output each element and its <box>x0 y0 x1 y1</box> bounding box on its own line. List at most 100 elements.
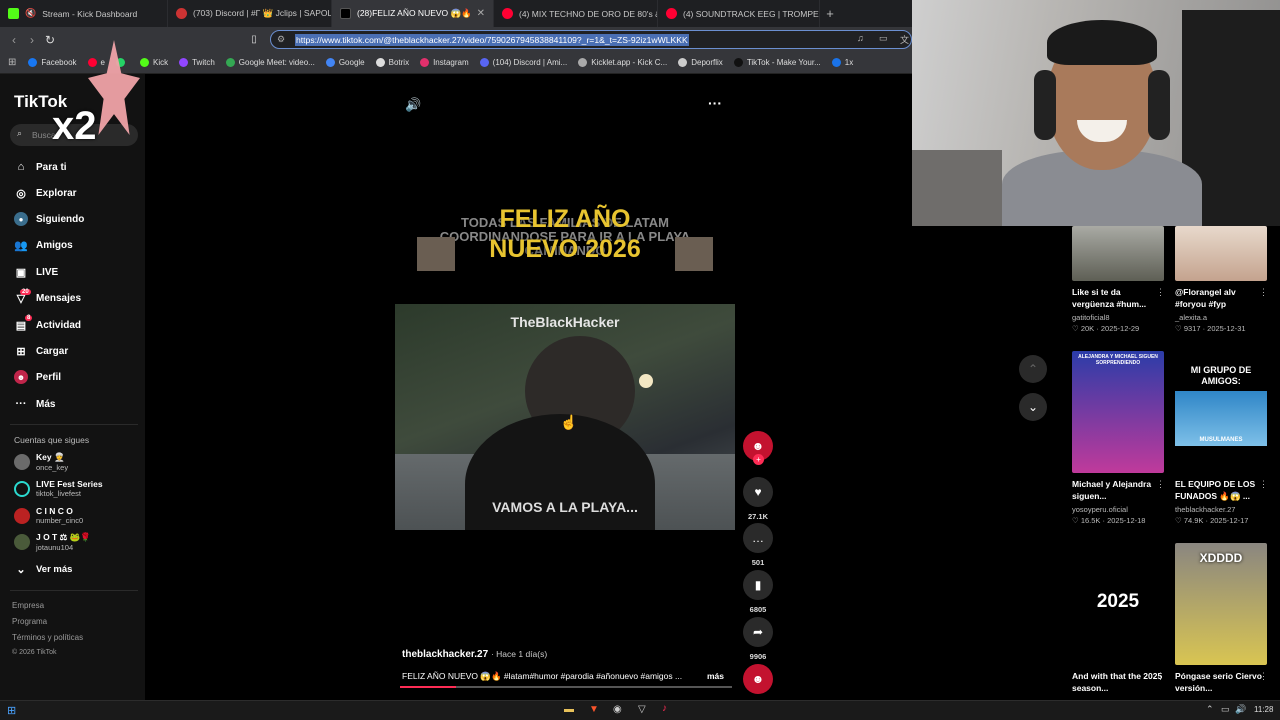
site-info-icon[interactable]: ⚙ <box>277 34 285 45</box>
bookmark-item[interactable]: Kicklet.app - Kick C... <box>578 58 667 67</box>
sidebar-item-mas[interactable]: ··· Más <box>14 397 56 411</box>
followed-account[interactable]: C I N C Onumber_cinc0 <box>14 506 83 525</box>
video-watermark: TheBlackHacker <box>510 314 620 330</box>
recommended-video-card[interactable]: ALEJANDRA Y MICHAEL SIGUEN SORPRENDIENDO… <box>1072 351 1164 525</box>
sidebar-item-explorar[interactable]: ◎ Explorar <box>14 186 76 200</box>
speaker-icon[interactable]: 🔊 <box>1235 704 1246 715</box>
video-author[interactable]: theblackhacker.27 · Hace 1 día(s) <box>402 649 547 660</box>
video-thumbnail <box>1072 226 1164 281</box>
divider <box>10 424 138 425</box>
see-more-label: Ver más <box>36 563 73 575</box>
chevron-up-icon: ⌃ <box>1027 362 1039 376</box>
messages-badge: 20 <box>20 289 31 295</box>
headset-icon <box>1148 70 1170 140</box>
youtube-icon <box>502 8 513 19</box>
file-explorer-icon[interactable]: ▬ <box>564 704 574 715</box>
bookmark-item[interactable]: 1x <box>831 58 853 67</box>
tab-discord[interactable]: (703) Discord | #Γ 👑 Jclips | SAPOLIC <box>168 0 332 27</box>
tab-kick-dashboard[interactable]: 🔇 Stream - Kick Dashboard <box>0 0 168 27</box>
tab-youtube-mix[interactable]: (4) MIX TECHNO DE ORO DE 80's & <box>494 0 658 27</box>
footer-link-empresa[interactable]: Empresa <box>12 601 44 610</box>
cast-icon[interactable]: ▭ <box>879 33 888 44</box>
sidebar-item-siguiendo[interactable]: ● Siguiendo <box>14 212 84 226</box>
video-thumbnail <box>1175 226 1267 281</box>
forward-icon[interactable]: › <box>23 33 41 47</box>
card-options-icon[interactable]: ⋮ <box>1156 479 1165 490</box>
recommended-video-card[interactable]: MI GRUPO DE AMIGOS: MUSULMANES EL EQUIPO… <box>1175 351 1267 525</box>
bookmark-item[interactable]: TikTok - Make Your... <box>733 58 821 67</box>
footer-link-terminos[interactable]: Términos y políticas <box>12 633 83 642</box>
followed-account[interactable]: J O T ⚖ 🐸🌹 jotaunu104 <box>14 532 91 552</box>
bookmark-item[interactable]: (104) Discord | Ami... <box>479 58 567 67</box>
recommended-video-card[interactable]: 2025 And with that the 2025 season... <box>1072 543 1164 694</box>
video-title: Like si te da vergüenza #hum... <box>1072 287 1147 309</box>
next-video-button[interactable]: ⌄ <box>1019 393 1047 421</box>
card-options-icon[interactable]: ⋮ <box>1156 671 1165 682</box>
recommended-video-card[interactable]: @Florangel alv #foryou #fyp _alexita.a ♡… <box>1175 226 1267 333</box>
bookmark-item[interactable]: Botrix <box>375 58 409 67</box>
sidebar-item-amigos[interactable]: 👥 Amigos <box>14 238 73 252</box>
address-bar[interactable]: https://www.tiktok.com/@theblackhacker.2… <box>270 30 912 49</box>
see-more-link[interactable]: ⌄ Ver más <box>14 562 72 576</box>
save-button[interactable]: ▮ 6805 <box>742 570 774 614</box>
share-button[interactable]: ➦ 9906 <box>742 617 774 661</box>
back-icon[interactable]: ‹ <box>5 33 23 47</box>
video-title: Póngase serio Ciervo versión... <box>1175 671 1262 693</box>
bookmark-item[interactable]: Deporflix <box>678 58 723 67</box>
sidebar-item-cargar[interactable]: ⊞ Cargar <box>14 344 68 358</box>
card-options-icon[interactable]: ⋮ <box>1156 287 1165 298</box>
like-button[interactable]: ♥ 27.1K <box>742 477 774 521</box>
windows-start-icon[interactable]: ⊞ <box>7 704 16 717</box>
video-meta: ♡ 20K · 2025-12-29 <box>1072 324 1140 333</box>
bookmark-item[interactable]: Google <box>325 58 365 67</box>
webcam-chair <box>912 150 1002 226</box>
bookmark-item[interactable]: e <box>87 58 105 67</box>
sidebar-item-para-ti[interactable]: ⌂ Para ti <box>14 160 67 174</box>
progress-track[interactable] <box>400 686 732 688</box>
like-count: 27.1K <box>747 512 768 521</box>
followed-account[interactable]: Key 👳 once_key <box>14 452 68 472</box>
comment-count: 501 <box>751 558 765 567</box>
tab-tiktok-active[interactable]: (28)FELIZ AÑO NUEVO 😱🔥 #la ✕ <box>332 0 494 27</box>
new-tab-button[interactable]: + <box>820 6 840 21</box>
apps-grid-icon[interactable]: ⊞ <box>8 57 16 68</box>
tray-chevron-icon[interactable]: ⌃ <box>1206 704 1214 715</box>
more-description-link[interactable]: más <box>707 671 724 681</box>
comment-button[interactable]: … 501 <box>742 523 774 567</box>
sidebar-item-perfil[interactable]: ☻ Perfil <box>14 370 61 384</box>
follow-plus-icon[interactable]: + <box>753 454 764 465</box>
sidebar-item-actividad[interactable]: ▤ Actividad <box>14 318 81 332</box>
followed-account[interactable]: LIVE Fest Series tiktok_livefest <box>14 479 103 498</box>
card-options-icon[interactable]: ⋮ <box>1259 479 1268 490</box>
bookmark-icon[interactable]: ▯ <box>245 34 263 45</box>
network-icon[interactable]: ▭ <box>1221 704 1230 715</box>
tab-youtube-soundtrack[interactable]: (4) SOUNDTRACK EEG | TROMPETAS <box>658 0 820 27</box>
more-options-icon[interactable]: ··· <box>708 95 722 111</box>
bookmark-item[interactable]: Facebook <box>28 58 77 67</box>
recommended-video-card[interactable]: Like si te da vergüenza #hum... gatitofi… <box>1072 226 1164 333</box>
card-options-icon[interactable]: ⋮ <box>1259 287 1268 298</box>
brave-browser-icon[interactable]: ▼ <box>589 704 599 715</box>
bookmark-item[interactable]: Google Meet: video... <box>225 58 315 67</box>
media-icon[interactable]: ♫ <box>857 33 864 43</box>
close-tab-icon[interactable]: ✕ <box>477 8 485 19</box>
bookmark-item[interactable]: Twitch <box>179 58 215 67</box>
recommended-video-card[interactable]: XDDDD Póngase serio Ciervo versión... <box>1175 543 1267 694</box>
volume-icon[interactable]: 🔊 <box>405 97 421 113</box>
bookmark-item[interactable]: Kick <box>139 58 168 67</box>
bookmark-item[interactable]: Instagram <box>420 58 469 67</box>
previous-video-button[interactable]: ⌃ <box>1019 355 1047 383</box>
video-user: theblackhacker.27 <box>1175 505 1236 514</box>
translate-icon[interactable]: 文 <box>900 33 909 46</box>
bookmark-favicon-icon <box>179 58 189 67</box>
tiktok-taskbar-icon[interactable]: ♪ <box>662 703 667 714</box>
reload-icon[interactable]: ↻ <box>41 33 59 47</box>
app-icon[interactable]: ▽ <box>638 704 646 715</box>
sidebar-item-live[interactable]: ▣ LIVE <box>14 265 58 279</box>
card-options-icon[interactable]: ⋮ <box>1259 671 1268 682</box>
music-disc-button[interactable]: ☻ <box>742 664 774 694</box>
obs-icon[interactable]: ◉ <box>613 704 622 715</box>
chevron-down-icon: ⌄ <box>1027 400 1039 414</box>
creator-avatar-button[interactable]: ☻ + <box>742 431 774 465</box>
footer-link-programa[interactable]: Programa <box>12 617 47 626</box>
